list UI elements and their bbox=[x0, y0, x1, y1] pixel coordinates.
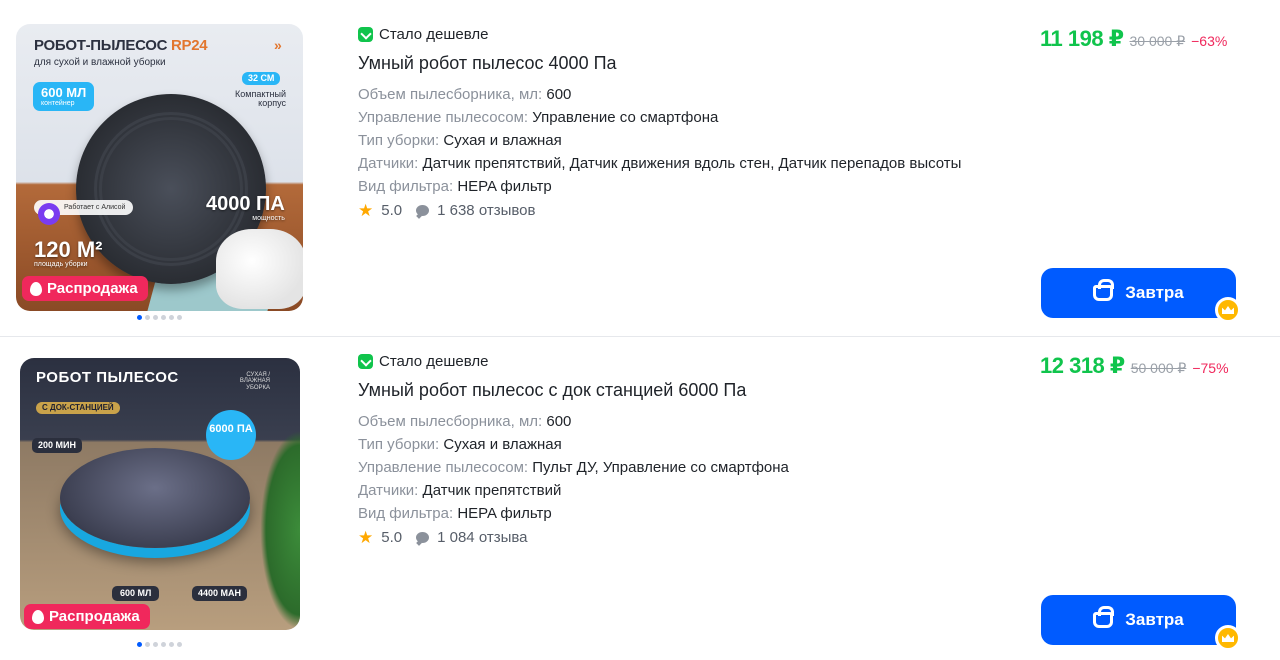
product-card[interactable]: РОБОТ ПЫЛЕСОС С ДОК-СТАНЦИЕЙ СУХАЯ / ВЛА… bbox=[0, 338, 1280, 660]
add-to-cart-button[interactable]: Завтра bbox=[1041, 595, 1236, 645]
sale-badge: Распродажа bbox=[24, 604, 150, 629]
fire-icon bbox=[30, 281, 42, 296]
robot-vacuum-picture bbox=[60, 448, 250, 548]
rating[interactable]: ★ 5.0 1 084 отзыва bbox=[358, 526, 789, 548]
pagination-dot[interactable] bbox=[137, 315, 142, 320]
sale-badge: Распродажа bbox=[22, 276, 148, 301]
slippers-picture bbox=[216, 229, 303, 309]
pagination-dot[interactable] bbox=[153, 315, 158, 320]
product-specs: Объем пылесборника, мл: 600 Тип уборки: … bbox=[358, 410, 789, 525]
basket-icon bbox=[1093, 279, 1115, 301]
image-pagination[interactable] bbox=[137, 315, 182, 320]
price-block: 11 198 ₽ 30 000 ₽ −63% bbox=[1040, 26, 1227, 52]
current-price: 11 198 ₽ bbox=[1040, 26, 1124, 51]
spec-row: Вид фильтра: HEPA фильтр bbox=[358, 178, 552, 195]
spec-row: Датчики: Датчик препятствий bbox=[358, 482, 562, 499]
price-drop-badge: Стало дешевле bbox=[358, 351, 789, 371]
old-price: 30 000 ₽ bbox=[1129, 33, 1186, 49]
price-block: 12 318 ₽ 50 000 ₽ −75% bbox=[1040, 353, 1229, 379]
comment-icon bbox=[416, 531, 430, 543]
chevrons-icon: » bbox=[274, 37, 282, 53]
pagination-dot[interactable] bbox=[177, 642, 182, 647]
pagination-dot[interactable] bbox=[145, 642, 150, 647]
star-icon: ★ bbox=[358, 527, 374, 547]
pagination-dot[interactable] bbox=[177, 315, 182, 320]
product-info: Стало дешевле Умный робот пылесос 4000 П… bbox=[358, 24, 961, 221]
pagination-dot[interactable] bbox=[169, 315, 174, 320]
pagination-dot[interactable] bbox=[169, 642, 174, 647]
plant-picture bbox=[260, 430, 300, 630]
rating-value: 5.0 bbox=[381, 528, 403, 546]
basket-icon bbox=[1093, 606, 1115, 628]
spec-row: Объем пылесборника, мл: 600 bbox=[358, 413, 572, 430]
product-specs: Объем пылесборника, мл: 600 Управление п… bbox=[358, 83, 961, 198]
pagination-dot[interactable] bbox=[137, 642, 142, 647]
pagination-dot[interactable] bbox=[161, 642, 166, 647]
old-price: 50 000 ₽ bbox=[1130, 360, 1187, 376]
price-down-icon bbox=[358, 26, 373, 42]
pagination-dot[interactable] bbox=[145, 315, 150, 320]
spec-row: Вид фильтра: HEPA фильтр bbox=[358, 505, 552, 522]
price-drop-badge: Стало дешевле bbox=[358, 24, 961, 44]
comment-icon bbox=[416, 204, 430, 216]
product-info: Стало дешевле Умный робот пылесос с док … bbox=[358, 351, 789, 548]
star-icon: ★ bbox=[358, 200, 374, 220]
pagination-dot[interactable] bbox=[153, 642, 158, 647]
price-down-icon bbox=[358, 353, 373, 369]
product-image[interactable]: РОБОТ-ПЫЛЕСОС RP24 для сухой и влажной у… bbox=[16, 24, 303, 311]
spec-row: Объем пылесборника, мл: 600 bbox=[358, 86, 572, 103]
product-card[interactable]: РОБОТ-ПЫЛЕСОС RP24 для сухой и влажной у… bbox=[0, 0, 1280, 337]
crown-icon bbox=[1222, 634, 1234, 642]
rating-value: 5.0 bbox=[381, 201, 403, 219]
reviews-count[interactable]: 1 084 отзыва bbox=[437, 529, 527, 546]
rating[interactable]: ★ 5.0 1 638 отзывов bbox=[358, 199, 961, 221]
alisa-badge: Работает с Алисой bbox=[34, 200, 134, 226]
spec-row: Управление пылесосом: Управление со смар… bbox=[358, 109, 719, 126]
image-pagination[interactable] bbox=[137, 642, 182, 647]
reviews-count[interactable]: 1 638 отзывов bbox=[437, 202, 535, 219]
pagination-dot[interactable] bbox=[161, 315, 166, 320]
spec-row: Датчики: Датчик препятствий, Датчик движ… bbox=[358, 155, 962, 172]
current-price: 12 318 ₽ bbox=[1040, 353, 1125, 378]
spec-row: Тип уборки: Сухая и влажная bbox=[358, 132, 562, 149]
premium-badge bbox=[1215, 297, 1241, 323]
premium-badge bbox=[1215, 625, 1241, 651]
product-title[interactable]: Умный робот пылесос 4000 Па bbox=[358, 53, 961, 77]
fire-icon bbox=[32, 609, 44, 624]
spec-row: Управление пылесосом: Пульт ДУ, Управлен… bbox=[358, 459, 789, 476]
product-image[interactable]: РОБОТ ПЫЛЕСОС С ДОК-СТАНЦИЕЙ СУХАЯ / ВЛА… bbox=[20, 358, 300, 630]
discount-percent: −75% bbox=[1192, 360, 1229, 376]
add-to-cart-button[interactable]: Завтра bbox=[1041, 268, 1236, 318]
spec-row: Тип уборки: Сухая и влажная bbox=[358, 436, 562, 453]
crown-icon bbox=[1222, 306, 1234, 314]
product-title[interactable]: Умный робот пылесос с док станцией 6000 … bbox=[358, 380, 789, 404]
discount-percent: −63% bbox=[1191, 33, 1228, 49]
